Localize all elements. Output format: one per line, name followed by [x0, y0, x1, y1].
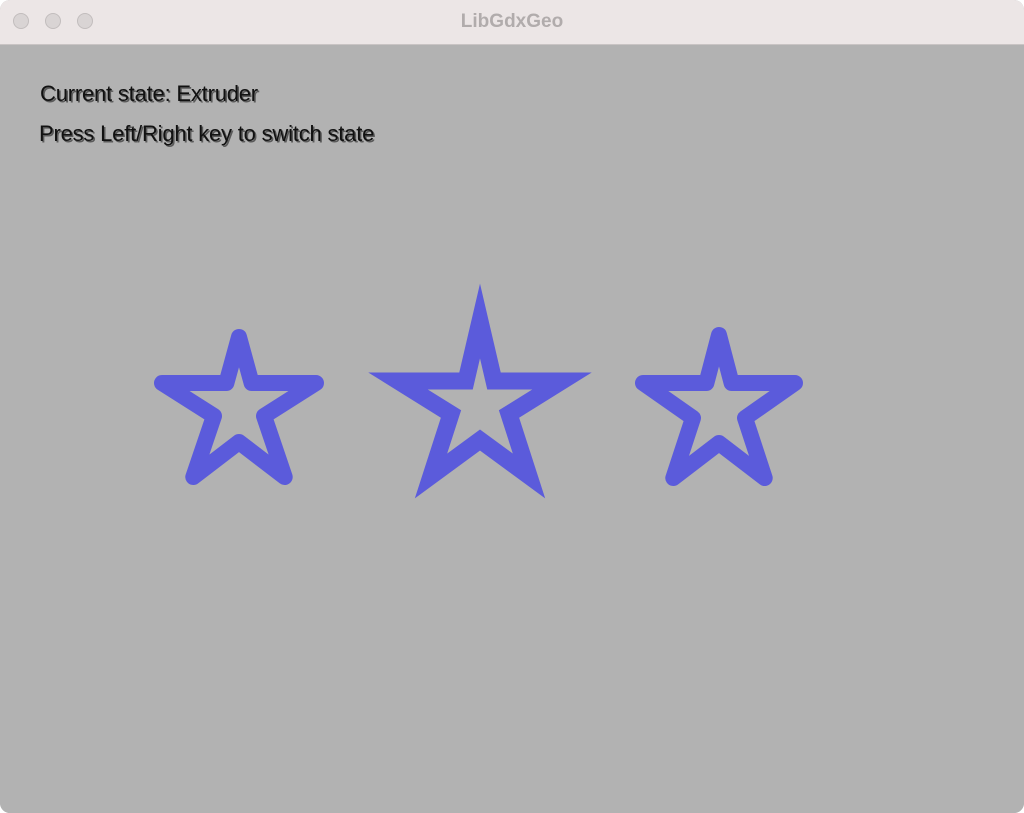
app-window: LibGdxGeo Current state: Extruder Press … [0, 0, 1024, 813]
star-scene [154, 283, 803, 499]
star-shape-left [154, 329, 324, 485]
star-shape-right [635, 327, 803, 486]
star-shape-center [368, 283, 592, 499]
title-bar[interactable]: LibGdxGeo [0, 0, 1024, 45]
window-title: LibGdxGeo [460, 11, 564, 32]
render-canvas[interactable]: Current state: Extruder Press Left/Right… [0, 45, 1024, 813]
